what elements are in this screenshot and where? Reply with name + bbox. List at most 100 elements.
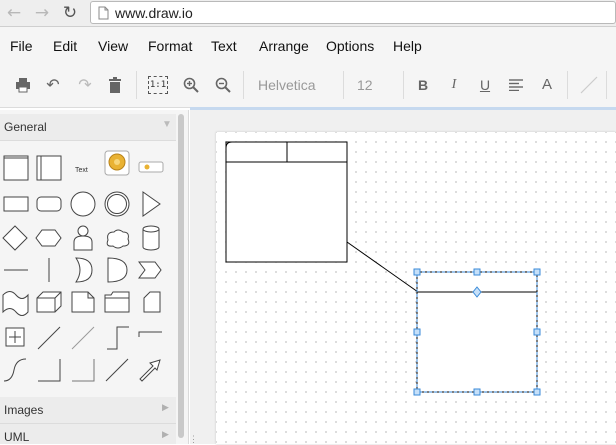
redo-button[interactable]: ↷ <box>74 74 96 96</box>
hexagon-shape[interactable] <box>35 229 62 247</box>
orthogonal-edge-shape[interactable] <box>107 326 129 350</box>
double-ellipse-shape[interactable] <box>104 191 130 217</box>
redo-icon: ↷ <box>78 75 92 94</box>
link-shape[interactable] <box>71 326 95 350</box>
swimlane-shape[interactable] <box>3 155 29 181</box>
corner-edge-2-shape[interactable] <box>72 359 95 382</box>
cube-shape[interactable] <box>36 291 62 313</box>
diagram-layer <box>225 141 541 396</box>
rounded-rectangle-shape[interactable] <box>36 196 62 212</box>
zoom-out-button[interactable] <box>212 74 234 96</box>
tape-shape[interactable] <box>2 291 29 316</box>
process-plus-shape[interactable] <box>5 327 25 347</box>
container-shape[interactable] <box>36 155 62 181</box>
resize-handle-w[interactable] <box>413 328 421 336</box>
actual-size-icon: 1:1 <box>148 76 168 94</box>
splitter-handle[interactable]: ⋮ <box>189 434 198 445</box>
forward-button[interactable]: → <box>32 3 52 23</box>
print-icon <box>16 78 30 93</box>
label-shape[interactable] <box>138 161 164 173</box>
rectangle-shape[interactable] <box>3 196 29 212</box>
folder-shape[interactable] <box>104 291 130 313</box>
resize-handle-ne[interactable] <box>533 268 541 276</box>
sidebar-scrollbar[interactable] <box>178 114 184 438</box>
reload-icon: ↻ <box>62 3 78 23</box>
directional-edge-shape[interactable] <box>105 358 129 382</box>
elbow-edge-shape[interactable] <box>138 331 162 337</box>
actual-size-button[interactable]: 1:1 <box>148 74 170 96</box>
align-icon <box>509 79 523 92</box>
corner-edge-shape[interactable] <box>38 359 61 382</box>
delete-button[interactable] <box>104 74 126 96</box>
actor-shape[interactable] <box>73 225 93 251</box>
triangle-shape[interactable] <box>142 191 161 217</box>
resize-handle-s[interactable] <box>473 388 481 396</box>
section-general-title: General <box>4 120 47 134</box>
align-button[interactable] <box>505 74 527 96</box>
url-text: www.draw.io <box>115 5 193 21</box>
menu-arrange[interactable]: Arrange <box>259 38 309 54</box>
menu-options[interactable]: Options <box>326 38 374 54</box>
underline-button[interactable]: U <box>474 74 496 96</box>
shape-palette: Text <box>2 150 164 382</box>
shape-sidebar: General ▼ Text Images ▶ UML ▶ <box>0 110 189 444</box>
menu-view[interactable]: View <box>98 38 128 54</box>
toolbar-divider <box>136 71 137 99</box>
note-shape[interactable] <box>71 291 95 313</box>
arrow-left-icon: ← <box>6 3 22 23</box>
toolbar-divider <box>567 71 568 99</box>
bold-button[interactable]: B <box>412 74 434 96</box>
edge-shape[interactable] <box>37 326 61 350</box>
menu-format[interactable]: Format <box>148 38 192 54</box>
resize-handle-se[interactable] <box>533 388 541 396</box>
or-shape[interactable] <box>75 257 93 283</box>
ellipse-shape[interactable] <box>70 191 96 217</box>
menu-help[interactable]: Help <box>393 38 422 54</box>
font-size-input[interactable]: 12 <box>357 77 373 93</box>
toolbar-divider <box>403 71 404 99</box>
resize-handle-n[interactable] <box>473 268 481 276</box>
step-shape[interactable] <box>138 261 162 279</box>
connector-edge[interactable] <box>346 241 419 293</box>
undo-icon: ↶ <box>46 75 60 94</box>
card-shape[interactable] <box>143 291 161 313</box>
cylinder-shape[interactable] <box>142 225 160 251</box>
rhombus-shape[interactable] <box>2 225 28 251</box>
resize-handle-nw[interactable] <box>413 268 421 276</box>
image-shape[interactable] <box>104 150 130 176</box>
browser-toolbar: ← → ↻ www.draw.io <box>0 0 616 27</box>
delay-shape[interactable] <box>107 257 128 283</box>
print-button[interactable] <box>12 74 34 96</box>
undo-button[interactable]: ↶ <box>42 74 64 96</box>
address-bar[interactable]: www.draw.io <box>90 1 616 24</box>
text-shape[interactable]: Text <box>75 167 88 174</box>
font-color-button[interactable]: A <box>536 74 558 96</box>
section-uml-header[interactable]: UML ▶ <box>0 424 176 444</box>
menu-text[interactable]: Text <box>211 38 237 54</box>
back-button[interactable]: ← <box>4 3 24 23</box>
menu-edit[interactable]: Edit <box>53 38 77 54</box>
page-icon <box>98 6 109 20</box>
chevron-right-icon: ▶ <box>162 429 169 439</box>
line-button[interactable] <box>578 74 600 96</box>
section-images-header[interactable]: Images ▶ <box>0 397 176 424</box>
reload-button[interactable]: ↻ <box>60 3 80 23</box>
cloud-shape[interactable] <box>106 229 130 249</box>
menu-bar: File Edit View Format Text Arrange Optio… <box>0 27 616 63</box>
table-shape[interactable] <box>225 141 348 263</box>
zoom-in-button[interactable] <box>180 74 202 96</box>
font-family-select[interactable]: Helvetica <box>258 77 316 93</box>
arrow-shape[interactable] <box>139 359 161 382</box>
toolbar-divider <box>606 71 607 99</box>
resize-handle-sw[interactable] <box>413 388 421 396</box>
toolbar: ↶ ↷ 1:1 Helvetica 12 B I U A <box>0 63 616 108</box>
bold-icon: B <box>417 77 429 93</box>
menu-file[interactable]: File <box>10 38 33 54</box>
toolbar-divider <box>243 71 244 99</box>
resize-handle-e[interactable] <box>533 328 541 336</box>
curve-shape[interactable] <box>3 358 27 382</box>
italic-button[interactable]: I <box>443 74 465 96</box>
section-general-header[interactable]: General ▼ <box>0 114 176 141</box>
section-images-title: Images <box>4 403 44 417</box>
italic-icon: I <box>451 77 457 92</box>
